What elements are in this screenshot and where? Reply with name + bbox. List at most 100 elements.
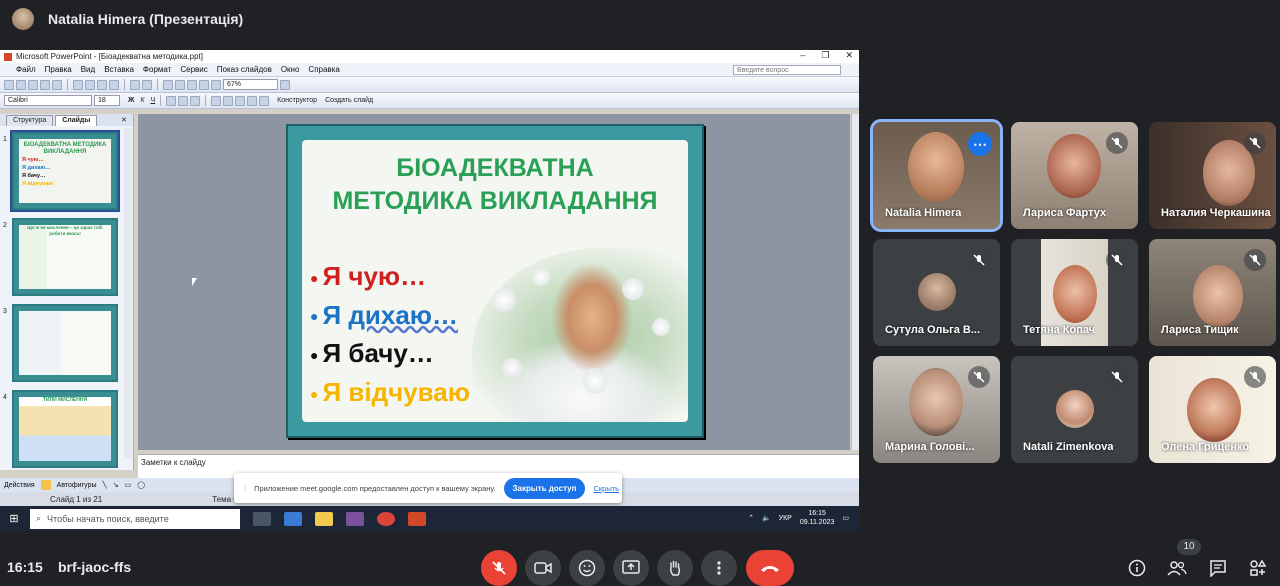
leave-call-button[interactable] [746, 550, 794, 586]
actions-menu[interactable]: Действия [4, 482, 35, 489]
menu-insert[interactable]: Вставка [104, 65, 134, 74]
stop-sharing-button[interactable]: Закрыть доступ [503, 477, 586, 499]
present-button[interactable] [613, 550, 649, 586]
slide-thumb-3[interactable] [12, 304, 118, 382]
close-panel-icon[interactable]: ✕ [121, 116, 127, 124]
table-icon[interactable] [175, 79, 185, 90]
explorer-icon[interactable] [315, 511, 333, 526]
shrink-font-icon[interactable] [247, 95, 258, 106]
taskview-icon[interactable] [253, 511, 271, 526]
restore-icon[interactable]: ❐ [821, 50, 829, 61]
save-icon[interactable] [28, 79, 38, 90]
numbering-icon[interactable] [211, 95, 222, 106]
windows-start-icon[interactable]: ⊞ [0, 512, 28, 525]
menu-edit[interactable]: Правка [45, 65, 72, 74]
more-options-icon[interactable]: ⋯ [968, 132, 992, 156]
participant-tile[interactable]: Natali Zimenkova [1011, 356, 1138, 463]
grid-icon[interactable] [199, 79, 209, 90]
canvas-scrollbar[interactable] [851, 114, 859, 450]
italic-button[interactable]: К [140, 97, 144, 104]
tray-arrow-icon[interactable]: ⌃ [748, 514, 754, 522]
language-indicator[interactable]: УКР [779, 515, 792, 522]
rectangle-icon[interactable]: ▭ [125, 481, 132, 489]
help-icon[interactable] [280, 79, 290, 90]
preview-icon[interactable] [52, 79, 62, 90]
align-left-icon[interactable] [166, 95, 177, 106]
design-button[interactable]: Конструктор [277, 97, 317, 104]
participant-tile[interactable]: Тетяна Копач [1011, 239, 1138, 346]
tab-outline[interactable]: Структура [6, 114, 54, 126]
raise-hand-button[interactable] [657, 550, 693, 586]
participant-tile[interactable]: Сутула Ольга В... [873, 239, 1000, 346]
arrow-icon[interactable]: ↘ [113, 481, 119, 489]
menu-file[interactable]: Файл [16, 65, 36, 74]
menu-format[interactable]: Формат [143, 65, 171, 74]
participant-tile[interactable]: Лариса Тищик [1149, 239, 1276, 346]
grow-font-icon[interactable] [235, 95, 246, 106]
drag-handle-icon[interactable]: ⁞ [244, 484, 246, 493]
autoshapes-menu[interactable]: Автофигуры [57, 482, 97, 489]
new-slide-button[interactable]: Создать слайд [325, 97, 373, 104]
chat-button[interactable] [1206, 556, 1230, 580]
align-right-icon[interactable] [190, 95, 201, 106]
powerpoint-icon[interactable] [408, 511, 426, 526]
camera-toggle-button[interactable] [525, 550, 561, 586]
volume-icon[interactable]: 🔈 [762, 514, 771, 522]
cut-icon[interactable] [73, 79, 83, 90]
activities-button[interactable] [1246, 556, 1270, 580]
chrome-icon[interactable] [377, 511, 395, 526]
hide-banner-link[interactable]: Скрыть [593, 484, 619, 493]
format-painter-icon[interactable] [109, 79, 119, 90]
underline-button[interactable]: Ч [150, 97, 155, 104]
reactions-button[interactable] [569, 550, 605, 586]
font-color-icon[interactable] [259, 95, 270, 106]
current-slide[interactable]: БІОАДЕКВАТНА МЕТОДИКА ВИКЛАДАННЯ ● Я чую…… [286, 124, 704, 438]
mic-toggle-button[interactable] [481, 550, 517, 586]
bold-button[interactable]: Ж [128, 97, 134, 104]
menu-service[interactable]: Сервис [180, 65, 207, 74]
panel-scrollbar[interactable] [124, 128, 132, 458]
slide-thumb-1[interactable]: БІОАДЕКВАТНА МЕТОДИКА ВИКЛАДАННЯ Я чую… … [10, 130, 120, 212]
participant-tile[interactable]: Лариса Фартух [1011, 122, 1138, 229]
copy-icon[interactable] [85, 79, 95, 90]
select-icon[interactable] [40, 480, 51, 490]
slide-thumb-2[interactable]: Що ж не мислення – це зараз тобі робити … [12, 218, 118, 296]
color-icon[interactable] [211, 79, 221, 90]
columns-icon[interactable] [187, 79, 197, 90]
chart-icon[interactable] [163, 79, 173, 90]
line-icon[interactable]: ╲ [103, 481, 107, 489]
more-options-button[interactable] [701, 550, 737, 586]
participant-tile[interactable]: Наталия Черкашина [1149, 122, 1276, 229]
people-button[interactable] [1165, 556, 1189, 580]
notifications-icon[interactable]: ▭ [842, 514, 849, 522]
ellipse-icon[interactable]: ◯ [137, 481, 145, 489]
ask-question-input[interactable]: Введите вопрос [733, 65, 841, 75]
tab-slides[interactable]: Слайды [55, 114, 98, 126]
participant-tile[interactable]: ⋯ Natalia Himera [870, 119, 1003, 232]
slide-thumb-4[interactable]: ТИПИ МИСЛЕННЯ [12, 390, 118, 468]
participant-tile[interactable]: Олена Гриценко [1149, 356, 1276, 463]
font-name-select[interactable]: Calibri [4, 95, 92, 106]
bullets-icon[interactable] [223, 95, 234, 106]
store-icon[interactable] [284, 511, 302, 526]
viber-icon[interactable] [346, 511, 364, 526]
menu-view[interactable]: Вид [81, 65, 95, 74]
font-size-select[interactable]: 18 [94, 95, 120, 106]
align-center-icon[interactable] [178, 95, 189, 106]
minimize-icon[interactable]: – [800, 50, 805, 61]
close-icon[interactable]: ✕ [845, 50, 853, 61]
taskbar-search[interactable]: ⌕ Чтобы начать поиск, введите [30, 508, 240, 529]
paste-icon[interactable] [97, 79, 107, 90]
menu-help[interactable]: Справка [308, 65, 339, 74]
menu-window[interactable]: Окно [281, 65, 300, 74]
redo-icon[interactable] [142, 79, 152, 90]
menu-slideshow[interactable]: Показ слайдов [217, 65, 272, 74]
participant-tile[interactable]: Марина Голові... [873, 356, 1000, 463]
print-icon[interactable] [40, 79, 50, 90]
open-icon[interactable] [16, 79, 26, 90]
zoom-select[interactable]: 67% [223, 79, 278, 90]
undo-icon[interactable] [130, 79, 140, 90]
meeting-details-button[interactable] [1125, 556, 1149, 580]
new-icon[interactable] [4, 79, 14, 90]
taskbar-clock[interactable]: 16:15 09.11.2023 [800, 509, 835, 527]
